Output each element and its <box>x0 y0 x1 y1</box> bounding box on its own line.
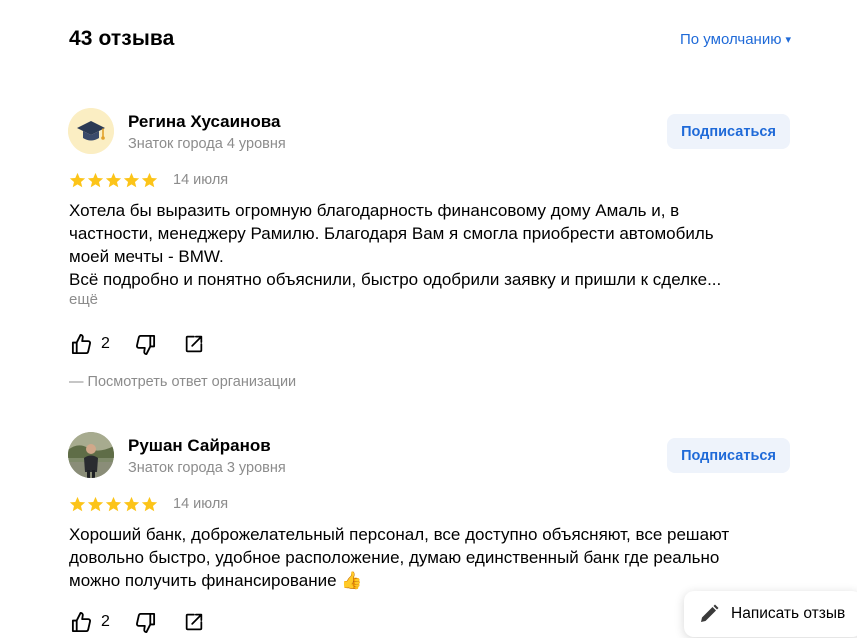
thumbs-up-icon <box>71 611 91 632</box>
review-text-line: Всё подробно и понятно объяснили, быстро… <box>69 270 722 289</box>
user-photo <box>68 432 114 478</box>
chevron-down-icon: ▾ <box>785 34 791 46</box>
like-button[interactable]: 2 <box>70 611 110 634</box>
star-icon <box>69 172 86 187</box>
thumbs-down-icon <box>135 334 155 355</box>
star-icon <box>123 172 140 187</box>
star-rating <box>69 172 158 189</box>
review-text: Хотела бы выразить огромную благодарност… <box>69 199 769 291</box>
write-review-label: Написать отзыв <box>731 605 846 622</box>
star-icon <box>123 496 140 511</box>
like-button[interactable]: 2 <box>70 333 110 356</box>
share-icon <box>185 613 203 631</box>
star-icon <box>141 496 158 511</box>
star-rating <box>69 496 158 513</box>
share-button[interactable] <box>183 611 205 633</box>
review-text-line: Хотела бы выразить огромную благодарност… <box>69 201 680 220</box>
dislike-button[interactable] <box>134 611 157 634</box>
org-reply-link[interactable]: — Посмотреть ответ организации <box>69 374 296 390</box>
reviews-header: 43 отзыва По умолчанию ▾ <box>69 27 791 53</box>
thumbs-down-icon <box>135 612 155 633</box>
review-actions: 2 <box>70 331 205 357</box>
review-text: Хороший банк, доброжелательный персонал,… <box>69 523 769 592</box>
star-icon <box>87 172 104 187</box>
review-text-line: довольно быстро, удобное расположение, д… <box>69 548 720 567</box>
star-icon <box>105 496 122 511</box>
like-count: 2 <box>101 613 110 630</box>
reviews-count-title: 43 отзыва <box>69 27 175 50</box>
rating-row: 14 июля <box>69 494 228 514</box>
review-text-line: моей мечты - BMW. <box>69 247 224 266</box>
star-icon <box>69 496 86 511</box>
author-name[interactable]: Рушан Сайранов <box>128 436 271 456</box>
like-count: 2 <box>101 335 110 352</box>
review-date: 14 июля <box>173 496 229 512</box>
share-button[interactable] <box>183 333 205 355</box>
review-text-line: частности, менеджеру Рамилю. Благодаря В… <box>69 224 714 243</box>
review-text-line: Хороший банк, доброжелательный персонал,… <box>69 525 730 544</box>
rating-row: 14 июля <box>69 170 228 190</box>
review-text-line: можно получить финансирование 👍 <box>69 571 363 590</box>
star-icon <box>141 172 158 187</box>
avatar[interactable] <box>68 108 114 154</box>
sort-dropdown[interactable]: По умолчанию ▾ <box>680 31 791 48</box>
subscribe-button[interactable]: Подписаться <box>667 114 790 149</box>
star-icon <box>105 172 122 187</box>
graduation-cap-icon <box>68 108 114 154</box>
star-icon <box>87 496 104 511</box>
sort-label: По умолчанию <box>680 31 782 48</box>
pencil-icon <box>701 604 719 622</box>
avatar[interactable] <box>68 432 114 478</box>
review-date: 14 июля <box>173 172 229 188</box>
subscribe-button[interactable]: Подписаться <box>667 438 790 473</box>
share-icon <box>185 335 203 353</box>
read-more-link[interactable]: ещё <box>69 291 98 308</box>
author-level: Знаток города 3 уровня <box>128 460 286 476</box>
author-level: Знаток города 4 уровня <box>128 136 286 152</box>
write-review-button[interactable]: Написать отзыв <box>684 591 857 637</box>
author-name[interactable]: Регина Хусаинова <box>128 112 280 132</box>
thumbs-up-icon <box>71 333 91 354</box>
dislike-button[interactable] <box>134 333 157 356</box>
review-actions: 2 <box>70 609 205 635</box>
